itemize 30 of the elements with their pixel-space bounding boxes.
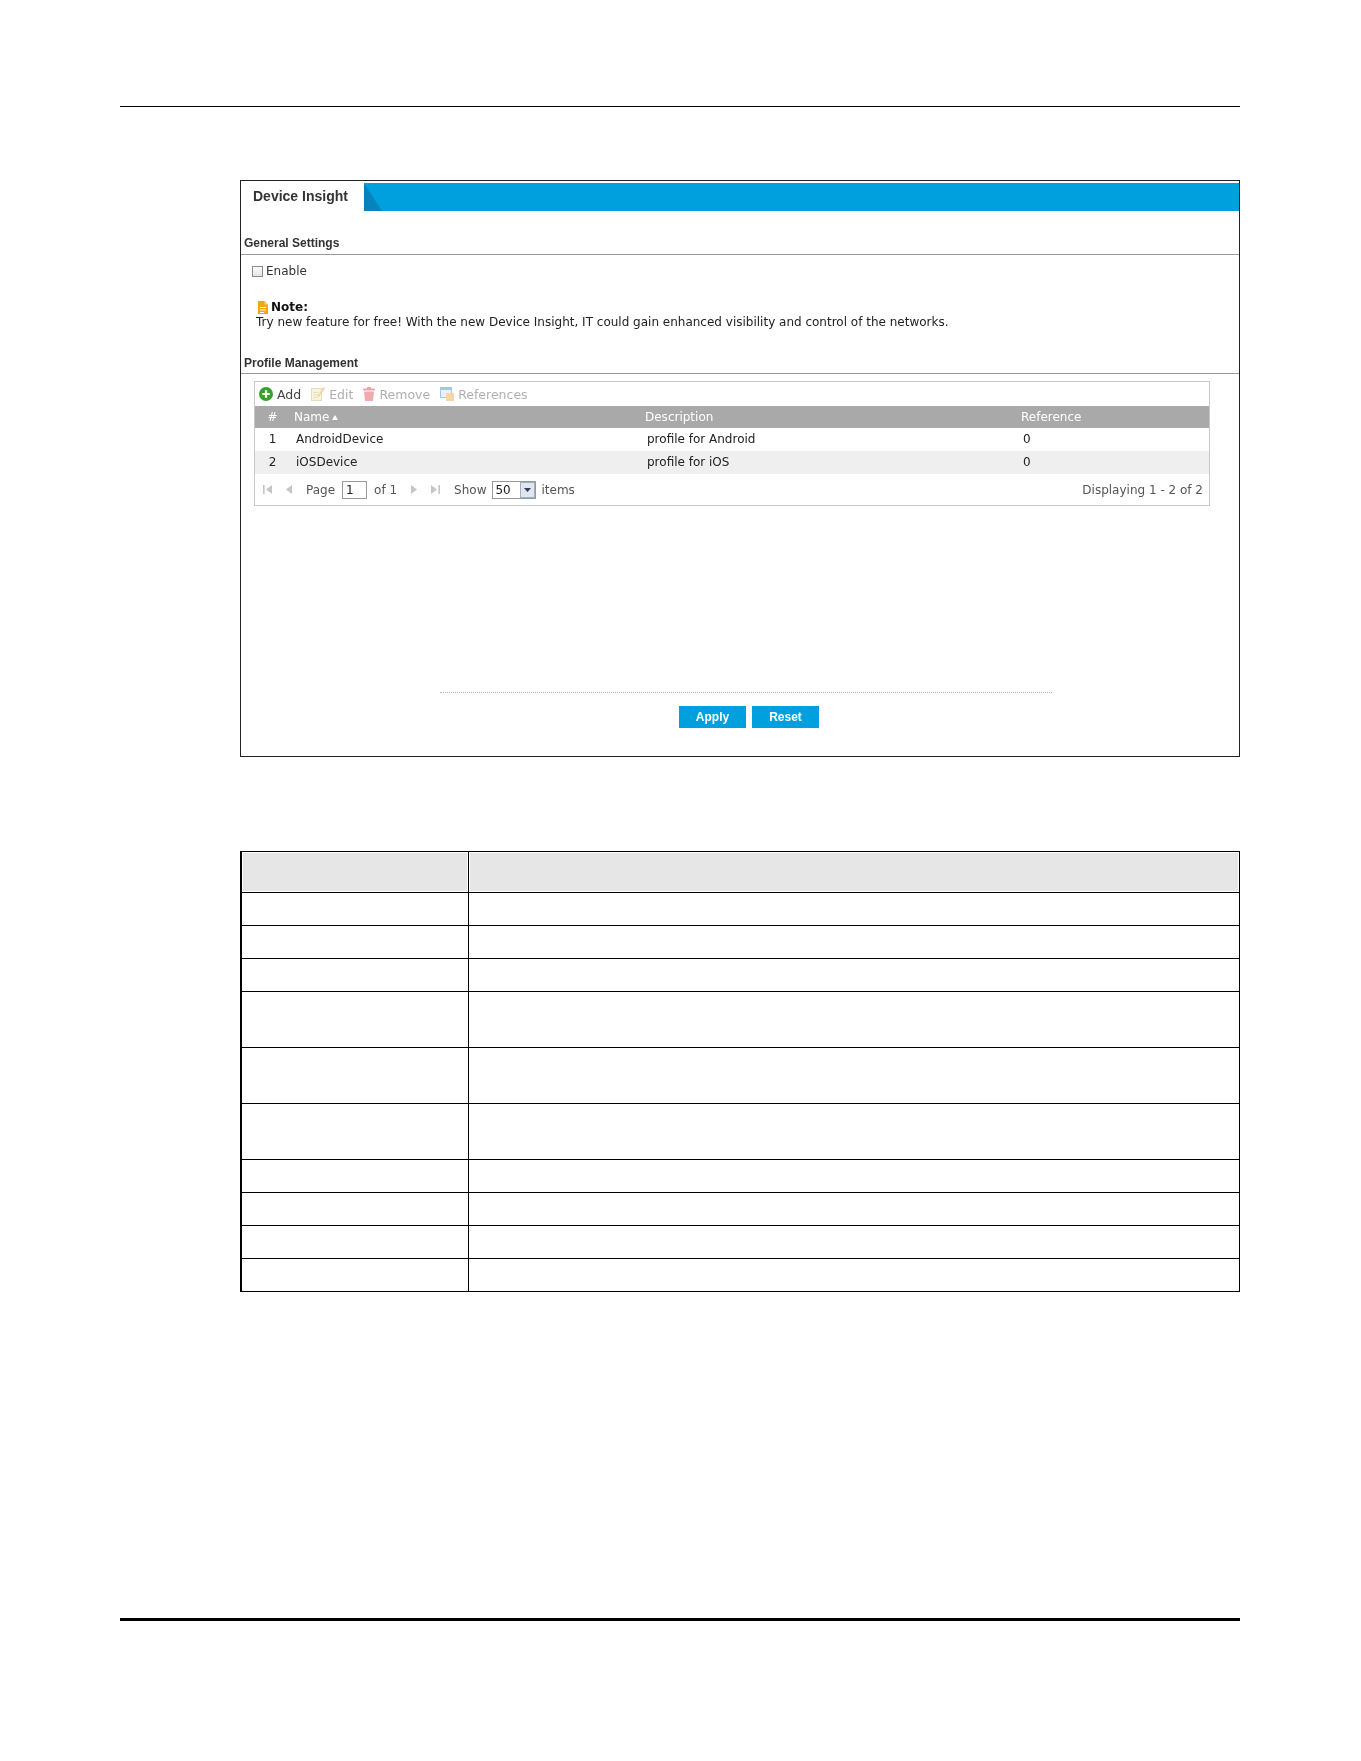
- table-cell: 0: [1017, 451, 1209, 474]
- toolbar-button[interactable]: Add: [259, 386, 302, 402]
- add-icon: [259, 387, 273, 401]
- column-header[interactable]: Description: [641, 406, 1017, 428]
- section-heading: General Settings: [241, 211, 1239, 255]
- table-cell: iOSDevice: [290, 451, 641, 474]
- note-text: Try new feature for free! With the new Device Insight, IT could gain enhanced visibility and control of the networks.: [256, 315, 950, 330]
- enable-checkbox[interactable]: [252, 265, 263, 277]
- column-header[interactable]: #: [255, 406, 290, 428]
- apply-button[interactable]: Apply: [679, 706, 746, 728]
- column-header[interactable]: Reference: [1017, 406, 1209, 428]
- enable-label: Enable: [266, 264, 307, 278]
- edit-icon: [311, 387, 326, 401]
- section-heading: Profile Management: [241, 330, 1239, 374]
- caret-down-icon: [520, 481, 536, 498]
- document-icon: [258, 300, 268, 314]
- page-number-field[interactable]: 1: [342, 480, 368, 499]
- display-summary: Displaying 1 - 2 of 2: [1082, 482, 1204, 497]
- table-cell: profile for iOS: [641, 451, 1017, 474]
- column-header[interactable]: Name: [290, 406, 641, 428]
- table-cell: 2: [255, 451, 290, 474]
- trash-icon: [363, 387, 376, 401]
- page-count: of 1: [374, 482, 398, 497]
- show-label: Show: [454, 482, 487, 497]
- items-label: items: [541, 482, 575, 497]
- page-label: Page: [306, 482, 336, 497]
- note-title: Note:: [271, 300, 308, 314]
- page-size-select[interactable]: 50: [492, 480, 537, 499]
- reset-button[interactable]: Reset: [752, 706, 819, 728]
- stacked-windows-icon: [440, 387, 455, 401]
